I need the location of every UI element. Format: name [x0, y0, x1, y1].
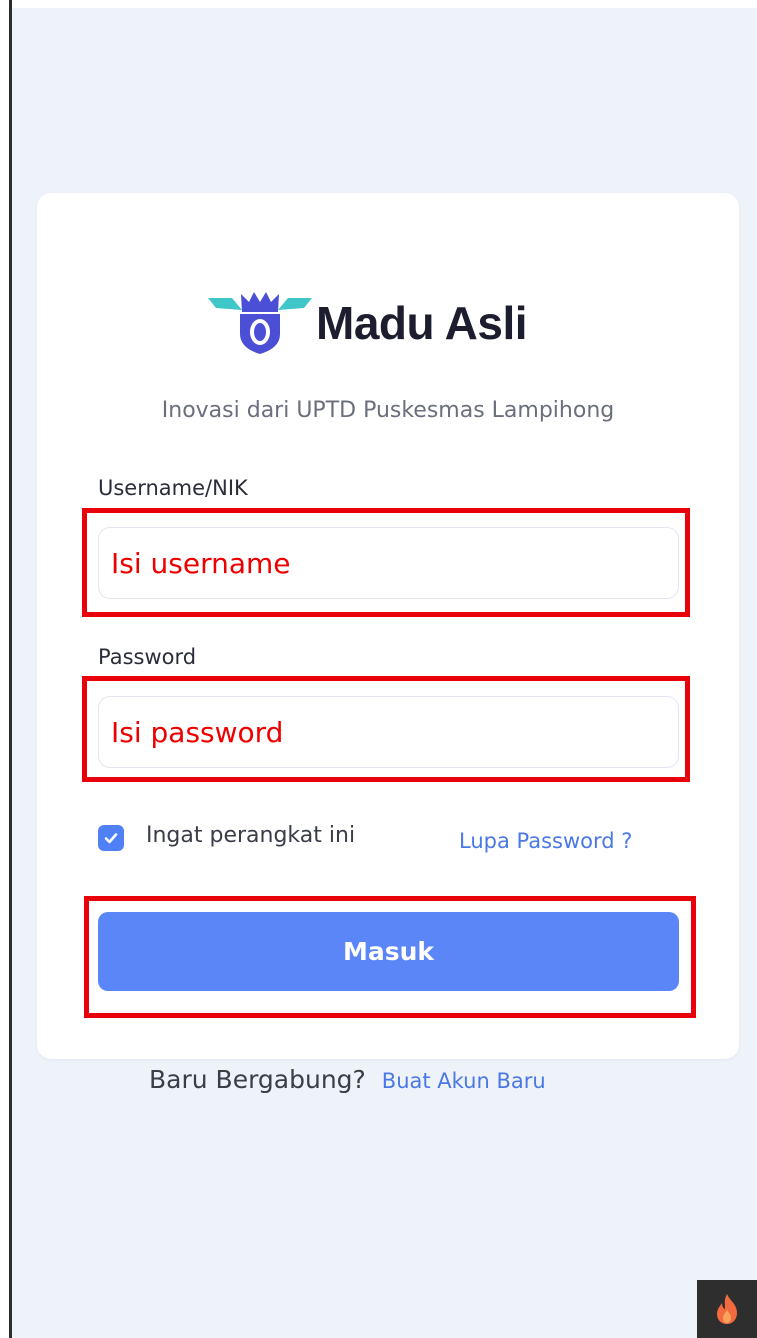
tagline: Inovasi dari UPTD Puskesmas Lampihong	[161, 398, 615, 423]
forgot-password-link[interactable]: Lupa Password ?	[459, 829, 632, 853]
winged-shield-icon	[208, 292, 312, 354]
username-input[interactable]	[98, 527, 679, 599]
password-input[interactable]	[98, 696, 679, 768]
flame-icon	[717, 1294, 737, 1324]
password-label: Password	[98, 645, 197, 669]
remember-label: Ingat perangkat ini	[146, 823, 356, 848]
login-button[interactable]: Masuk	[98, 912, 679, 991]
remember-checkbox[interactable]	[98, 825, 124, 851]
username-label: Username/NIK	[98, 476, 248, 500]
checkmark-icon	[104, 833, 118, 844]
brand-name: Madu Asli	[316, 297, 528, 349]
create-account-link[interactable]: Buat Akun Baru	[382, 1069, 546, 1093]
register-prompt: Baru Bergabung?	[149, 1065, 366, 1094]
floating-action-button[interactable]	[697, 1280, 757, 1338]
register-row: Baru Bergabung? Buat Akun Baru	[149, 1065, 546, 1094]
brand-header: Madu Asli	[208, 290, 528, 356]
